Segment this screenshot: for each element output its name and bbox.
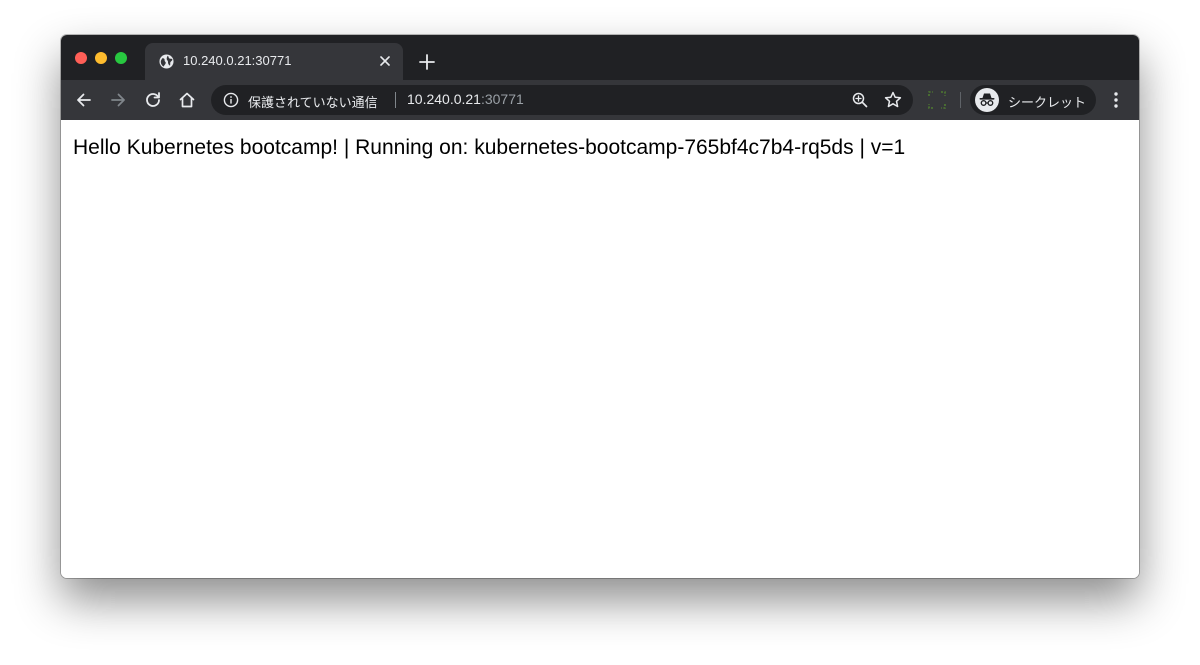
home-icon[interactable] [177,90,197,110]
page-content: Hello Kubernetes bootcamp! | Running on:… [61,120,1139,578]
forward-arrow-icon[interactable] [108,90,128,110]
kebab-menu-icon[interactable] [1107,90,1125,110]
active-tab[interactable]: 10.240.0.21:30771 [145,43,403,80]
page-body-text: Hello Kubernetes bootcamp! | Running on:… [73,136,906,159]
tab-close-icon[interactable] [377,53,393,69]
url-host: 10.240.0.21 [407,91,481,107]
reload-icon[interactable] [143,90,163,110]
window-close-button[interactable] [75,52,87,64]
globe-icon [159,54,174,69]
url-port: :30771 [480,91,524,107]
incognito-icon [975,88,999,112]
incognito-profile-button[interactable]: シークレット [970,85,1096,115]
tab-title: 10.240.0.21:30771 [183,53,292,68]
star-icon[interactable] [883,90,903,110]
back-arrow-icon[interactable] [74,90,94,110]
security-label[interactable]: 保護されていない通信 [248,92,378,111]
browser-toolbar: 保護されていない通信 10.240.0.21:30771 シークレット [61,80,1139,120]
incognito-label: シークレット [1008,95,1087,110]
window-maximize-button[interactable] [115,52,127,64]
toolbar-divider [960,92,961,108]
url-text[interactable]: 10.240.0.21:30771 [407,91,524,107]
info-icon[interactable] [223,92,239,108]
extension-icon[interactable] [927,90,947,110]
tab-strip: 10.240.0.21:30771 [61,35,1139,80]
window-minimize-button[interactable] [95,52,107,64]
new-tab-icon[interactable] [418,53,436,71]
zoom-icon[interactable] [851,91,869,109]
browser-window: 10.240.0.21:30771 保護されていない通信 10.240.0.21… [61,35,1139,578]
omnibox-divider [395,92,396,108]
address-bar[interactable]: 保護されていない通信 10.240.0.21:30771 [211,85,913,115]
